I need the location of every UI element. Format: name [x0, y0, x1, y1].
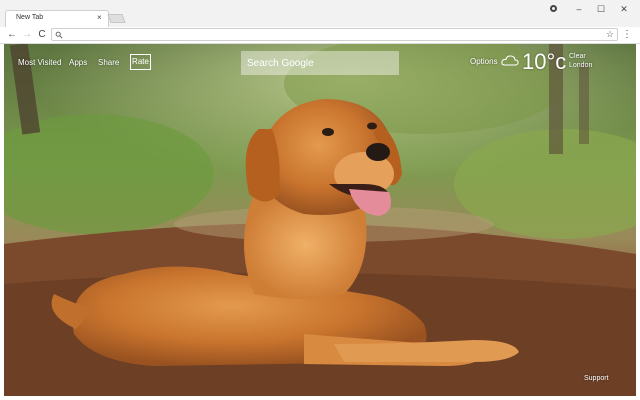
options-link[interactable]: Options: [470, 57, 498, 66]
browser-window: New Tab × – ☐ ✕ ← → C ☆ ⋮ Most Visited A…: [0, 0, 640, 400]
address-bar[interactable]: ☆: [51, 28, 618, 41]
maximize-icon[interactable]: ☐: [594, 3, 608, 15]
most-visited-link[interactable]: Most Visited: [18, 58, 61, 67]
forward-icon[interactable]: →: [21, 28, 33, 42]
rate-button[interactable]: Rate: [130, 54, 151, 70]
bookmark-star-icon[interactable]: ☆: [606, 28, 614, 41]
cloud-icon: [501, 55, 519, 66]
weather-condition: Clear: [569, 53, 586, 60]
tab-close-icon[interactable]: ×: [97, 13, 102, 23]
browser-titlebar: New Tab × – ☐ ✕: [0, 0, 640, 27]
newtab-page: Most Visited Apps Share Rate Options 10°…: [4, 44, 636, 396]
temperature: 10°c: [522, 49, 567, 74]
tab-new-tab[interactable]: New Tab ×: [5, 10, 109, 27]
reload-icon[interactable]: C: [36, 28, 48, 42]
minimize-icon[interactable]: –: [572, 3, 586, 15]
search-icon: [55, 31, 63, 39]
share-link[interactable]: Share: [98, 58, 119, 67]
browser-toolbar: ← → C ☆ ⋮: [0, 27, 640, 44]
search-box: [241, 51, 399, 75]
background-photo: [4, 44, 636, 396]
profile-icon[interactable]: [550, 5, 557, 12]
weather-city: London: [569, 62, 593, 69]
tab-title: New Tab: [16, 14, 44, 21]
apps-link[interactable]: Apps: [69, 58, 87, 67]
back-icon[interactable]: ←: [6, 28, 18, 42]
menu-icon[interactable]: ⋮: [622, 28, 632, 42]
new-tab-button[interactable]: [107, 14, 126, 23]
close-window-icon[interactable]: ✕: [617, 3, 631, 15]
support-link[interactable]: Support: [584, 375, 609, 382]
search-input[interactable]: [241, 51, 399, 75]
